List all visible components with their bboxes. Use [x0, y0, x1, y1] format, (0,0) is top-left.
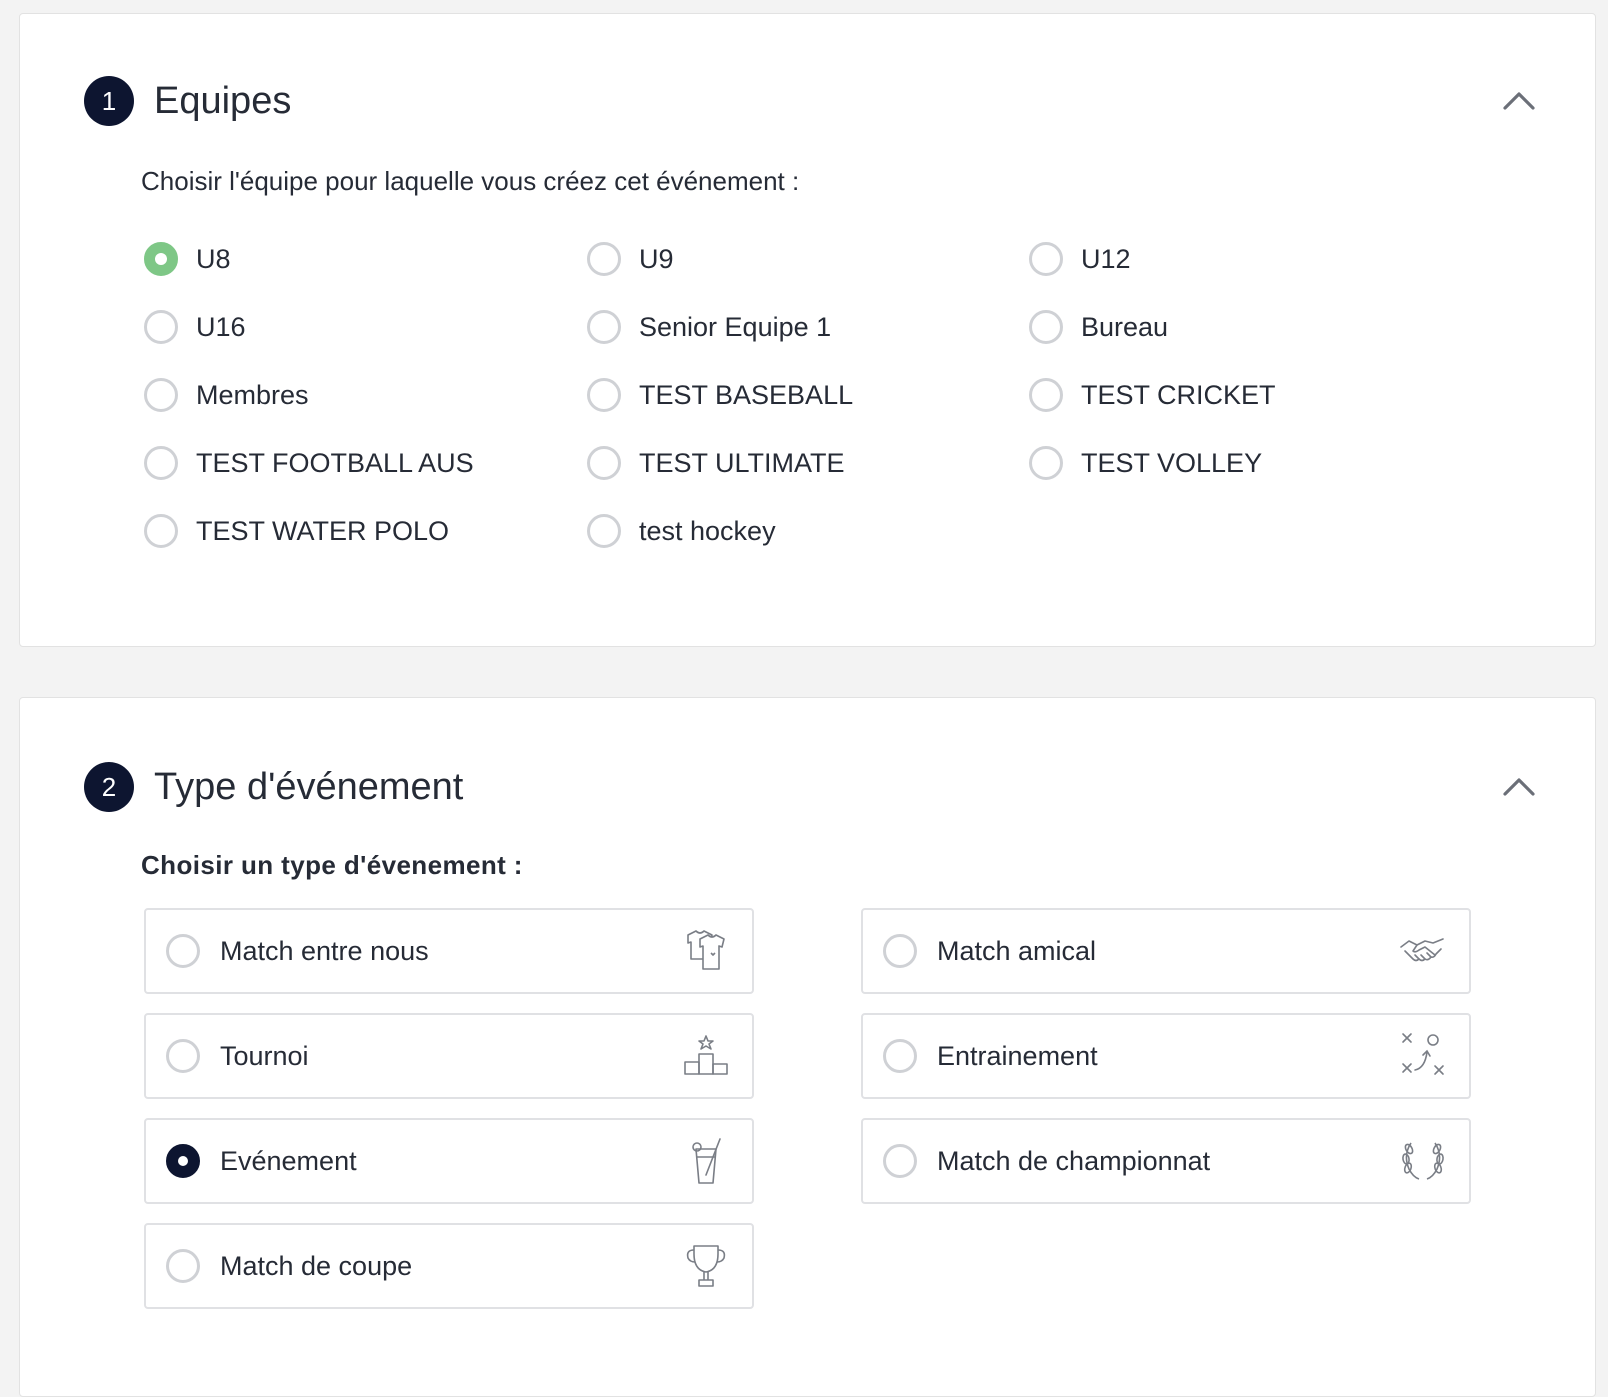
radio[interactable]: [587, 514, 621, 548]
team-option-membres[interactable]: Membres: [144, 375, 309, 415]
team-option-test-hockey[interactable]: test hockey: [587, 511, 776, 551]
radio[interactable]: [883, 934, 917, 968]
team-label: TEST ULTIMATE: [639, 447, 845, 478]
team-label: Senior Equipe 1: [639, 311, 832, 342]
team-label: test hockey: [639, 515, 776, 546]
event-type-label: Entrainement: [937, 1040, 1098, 1071]
radio[interactable]: [587, 378, 621, 412]
event-type-match-amical[interactable]: Match amical: [861, 908, 1471, 994]
event-type-match-de-coupe[interactable]: Match de coupe: [144, 1223, 754, 1309]
teams-section-title: Equipes: [154, 80, 292, 122]
event-type-match-de-championnat[interactable]: Match de championnat: [861, 1118, 1471, 1204]
team-option-u16[interactable]: U16: [144, 307, 246, 347]
radio[interactable]: [1029, 242, 1063, 276]
radio[interactable]: [587, 446, 621, 480]
team-option-u9[interactable]: U9: [587, 239, 674, 279]
team-label: U16: [196, 311, 246, 342]
event-type-entrainement[interactable]: Entrainement: [861, 1013, 1471, 1099]
radio[interactable]: [883, 1144, 917, 1178]
radio[interactable]: [166, 1039, 200, 1073]
radio[interactable]: [587, 242, 621, 276]
team-label: U9: [639, 243, 674, 274]
team-label: TEST BASEBALL: [639, 379, 854, 410]
radio[interactable]: [144, 514, 178, 548]
radio-selected[interactable]: [166, 1144, 200, 1178]
event-type-evenement[interactable]: Evénement: [144, 1118, 754, 1204]
team-option-senior-equipe-1[interactable]: Senior Equipe 1: [587, 307, 831, 347]
collapse-teams-chevron-up-icon[interactable]: [1499, 80, 1539, 120]
team-label: TEST CRICKET: [1081, 379, 1276, 410]
team-option-test-ultimate[interactable]: TEST ULTIMATE: [587, 443, 845, 483]
team-label: Bureau: [1081, 311, 1169, 342]
radio[interactable]: [883, 1039, 917, 1073]
step-badge-1: 1: [84, 76, 134, 126]
team-option-u8[interactable]: U8: [144, 239, 231, 279]
jersey-icon: [680, 925, 732, 977]
team-option-u12[interactable]: U12: [1029, 239, 1131, 279]
radio[interactable]: [1029, 446, 1063, 480]
team-label: U8: [196, 243, 231, 274]
step-badge-2: 2: [84, 762, 134, 812]
handshake-icon: [1397, 925, 1449, 977]
cocktail-icon: [680, 1135, 732, 1187]
team-label: TEST WATER POLO: [196, 515, 450, 546]
radio-selected[interactable]: [144, 242, 178, 276]
event-type-label: Evénement: [220, 1145, 357, 1176]
team-label: TEST VOLLEY: [1081, 447, 1263, 478]
trophy-icon: [680, 1240, 732, 1292]
radio[interactable]: [144, 378, 178, 412]
event-type-label: Match entre nous: [220, 935, 429, 966]
event-type-label: Tournoi: [220, 1040, 309, 1071]
event-type-tournoi[interactable]: Tournoi: [144, 1013, 754, 1099]
team-label: TEST FOOTBALL AUS: [196, 447, 474, 478]
podium-icon: [680, 1030, 732, 1082]
team-label: U12: [1081, 243, 1131, 274]
tactics-board-icon: [1397, 1030, 1449, 1082]
event-type-instruction: Choisir un type d'évenement :: [141, 850, 523, 880]
teams-card: 1 Equipes Choisir l'équipe pour laquelle…: [19, 13, 1596, 647]
event-type-match-entre-nous[interactable]: Match entre nous: [144, 908, 754, 994]
team-option-test-volley[interactable]: TEST VOLLEY: [1029, 443, 1262, 483]
event-type-label: Match amical: [937, 935, 1097, 966]
radio[interactable]: [587, 310, 621, 344]
event-type-section-title: Type d'événement: [154, 766, 464, 808]
team-option-test-water-polo[interactable]: TEST WATER POLO: [144, 511, 449, 551]
radio[interactable]: [1029, 378, 1063, 412]
radio[interactable]: [166, 934, 200, 968]
radio[interactable]: [144, 310, 178, 344]
radio[interactable]: [144, 446, 178, 480]
event-type-card: 2 Type d'événement Choisir un type d'éve…: [19, 697, 1596, 1397]
laurel-icon: [1397, 1135, 1449, 1187]
radio[interactable]: [1029, 310, 1063, 344]
team-option-test-baseball[interactable]: TEST BASEBALL: [587, 375, 853, 415]
team-label: Membres: [196, 379, 309, 410]
team-option-test-cricket[interactable]: TEST CRICKET: [1029, 375, 1276, 415]
collapse-event-type-chevron-up-icon[interactable]: [1499, 766, 1539, 806]
team-option-bureau[interactable]: Bureau: [1029, 307, 1168, 347]
teams-instruction: Choisir l'équipe pour laquelle vous crée…: [141, 166, 800, 196]
radio[interactable]: [166, 1249, 200, 1283]
event-type-label: Match de coupe: [220, 1250, 413, 1281]
event-type-label: Match de championnat: [937, 1145, 1211, 1176]
team-option-test-football-aus[interactable]: TEST FOOTBALL AUS: [144, 443, 474, 483]
